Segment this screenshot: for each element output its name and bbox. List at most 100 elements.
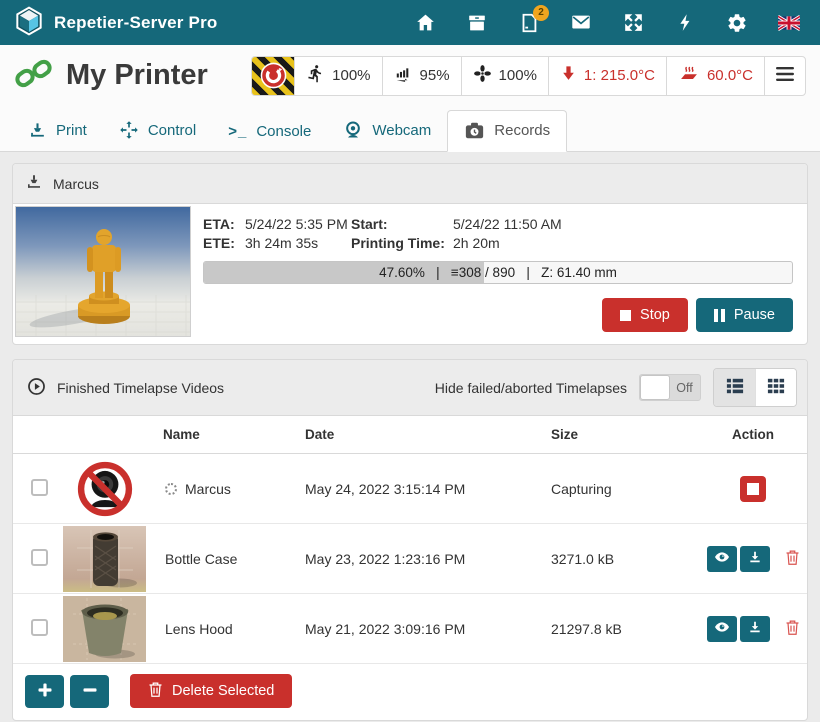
extruder-temp[interactable]: 1: 215.0°C [548, 57, 666, 95]
timelapse-title: Finished Timelapse Videos [57, 380, 224, 396]
console-tab-icon: >_ [228, 123, 247, 140]
tab-console-label: Console [256, 123, 311, 140]
job-thumbnail [15, 206, 191, 337]
eta-label: ETA: [203, 216, 245, 232]
print-job-icon [25, 173, 43, 194]
bed-temp-icon [678, 64, 700, 87]
deselect-all-button[interactable] [70, 675, 109, 708]
emergency-stop-button[interactable] [252, 57, 294, 95]
stop-button[interactable]: Stop [602, 298, 688, 332]
flow-factor[interactable]: 95% [382, 57, 461, 95]
preview-button[interactable] [707, 616, 737, 642]
minus-icon [82, 682, 98, 701]
fan-icon [473, 64, 492, 87]
ete-label: ETE: [203, 235, 245, 251]
tab-print[interactable]: Print [12, 111, 103, 151]
fan-control[interactable]: 100% [461, 57, 548, 95]
row-checkbox[interactable] [31, 619, 48, 636]
view-mode-group [713, 368, 797, 407]
trash-icon [785, 619, 800, 639]
delete-selected-label: Delete Selected [172, 683, 274, 699]
eye-icon [714, 621, 730, 636]
printers-box-icon[interactable] [466, 12, 488, 34]
eta-value: 5/24/22 5:35 PM [245, 216, 351, 232]
download-button[interactable] [740, 616, 770, 642]
connected-link-icon [14, 55, 54, 96]
row-checkbox[interactable] [31, 549, 48, 566]
table-row: Bottle Case May 23, 2022 1:23:16 PM 3271… [13, 524, 807, 594]
tab-webcam-label: Webcam [372, 122, 431, 139]
video-size: Capturing [551, 481, 699, 497]
job-info: ETA: 5/24/22 5:35 PM Start: 5/24/22 11:5… [203, 216, 793, 251]
emergency-stop-icon [252, 57, 294, 95]
no-webcam-thumbnail [63, 456, 146, 522]
grid-view-button[interactable] [755, 369, 796, 406]
bed-temp-value: 60.0°C [707, 67, 753, 84]
table-row: Marcus May 24, 2022 3:15:14 PM Capturing [13, 454, 807, 524]
video-date: May 24, 2022 3:15:14 PM [305, 481, 551, 497]
toggle-state-label: Off [669, 375, 700, 400]
printer-stats-group: 100% 95% [251, 56, 806, 96]
power-actions-icon[interactable] [674, 12, 696, 34]
tab-print-label: Print [56, 122, 87, 139]
pause-button[interactable]: Pause [696, 298, 793, 332]
print-tab-icon [28, 121, 47, 140]
video-name: Marcus [185, 481, 231, 497]
progress-text: 47.60% | ≡308 / 890 | Z: 61.40 mm [204, 262, 792, 283]
ete-value: 3h 24m 35s [245, 235, 351, 251]
flow-value: 95% [420, 67, 450, 84]
tab-records[interactable]: Records [447, 110, 567, 152]
list-view-icon [725, 377, 745, 398]
trash-icon-white [148, 681, 163, 702]
preview-button[interactable] [707, 546, 737, 572]
print-progress-bar: 47.60% | ≡308 / 890 | Z: 61.40 mm [203, 261, 793, 284]
capturing-spinner-icon [165, 483, 177, 495]
speed-factor[interactable]: 100% [294, 57, 381, 95]
extruder-temp-value: 1: 215.0°C [584, 67, 655, 84]
list-view-button[interactable] [714, 369, 755, 406]
top-navbar: Repetier-Server Pro 2 [0, 0, 820, 45]
messages-icon[interactable] [570, 12, 592, 34]
fullscreen-icon[interactable] [622, 12, 644, 34]
pause-button-label: Pause [734, 307, 775, 323]
video-size: 3271.0 kB [551, 551, 699, 567]
delete-video-button[interactable] [785, 619, 800, 639]
col-name: Name [163, 427, 305, 442]
download-button[interactable] [740, 546, 770, 572]
fan-value: 100% [499, 67, 537, 84]
print-job-name: Marcus [53, 176, 99, 192]
printer-tabs: Print Control >_ Console We [0, 104, 820, 152]
delete-selected-button[interactable]: Delete Selected [130, 674, 292, 708]
download-icon [748, 620, 762, 637]
repetier-logo-icon [14, 6, 44, 39]
stop-button-label: Stop [640, 307, 670, 323]
printer-menu-button[interactable] [764, 57, 805, 95]
delete-video-button[interactable] [785, 549, 800, 569]
language-flag-icon[interactable] [778, 12, 800, 34]
row-checkbox[interactable] [31, 479, 48, 496]
start-value: 5/24/22 11:50 AM [453, 216, 793, 232]
printing-time-label: Printing Time: [351, 235, 453, 251]
tab-webcam[interactable]: Webcam [327, 110, 447, 151]
menu-icon [776, 66, 794, 86]
table-row: Lens Hood May 21, 2022 3:09:16 PM 21297.… [13, 594, 807, 664]
toggle-knob [640, 375, 670, 400]
bed-temp[interactable]: 60.0°C [666, 57, 764, 95]
video-date: May 21, 2022 3:09:16 PM [305, 621, 551, 637]
tab-control[interactable]: Control [103, 110, 212, 151]
stop-capture-icon [747, 483, 759, 495]
tab-control-label: Control [148, 122, 196, 139]
print-job-header: Marcus [13, 164, 807, 204]
col-size: Size [551, 427, 699, 442]
hide-failed-toggle[interactable]: Off [639, 374, 701, 401]
tab-console[interactable]: >_ Console [212, 113, 327, 151]
settings-gear-icon[interactable] [726, 12, 748, 34]
stop-capture-button[interactable] [740, 476, 766, 502]
lens-hood-thumbnail [63, 596, 146, 662]
select-all-button[interactable] [25, 675, 64, 708]
home-icon[interactable] [414, 12, 436, 34]
timelapse-header: Finished Timelapse Videos Hide failed/ab… [13, 360, 807, 416]
extruder-temp-icon [560, 65, 577, 86]
printing-time-value: 2h 20m [453, 235, 793, 251]
print-queue-icon[interactable]: 2 [518, 12, 540, 34]
